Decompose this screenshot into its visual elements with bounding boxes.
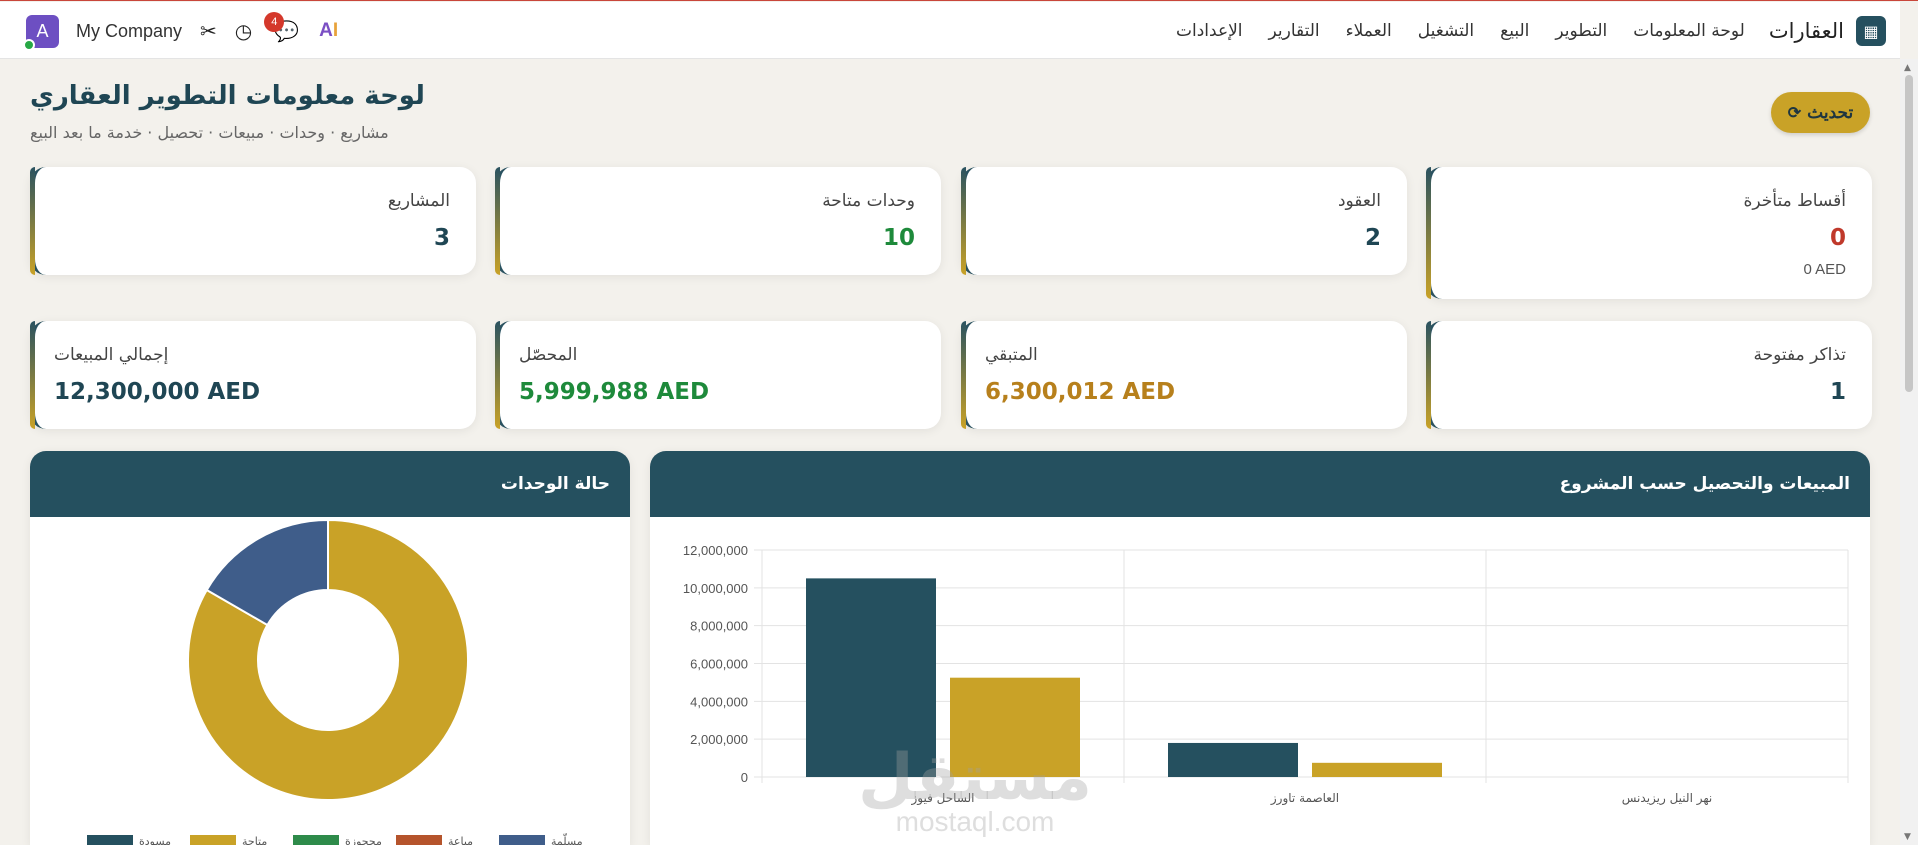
scroll-down-icon[interactable]: ▼	[1904, 832, 1911, 842]
kpi-available-units: وحدات متاحة 10	[495, 167, 941, 275]
panel-header: حالة الوحدات	[30, 451, 630, 517]
ai-letter-a: A	[319, 20, 333, 41]
online-status-dot	[23, 38, 35, 51]
kpi-value: 2	[1364, 225, 1381, 251]
kpi-open-tickets: تذاكر مفتوحة 1	[1426, 321, 1872, 429]
refresh-button[interactable]: تحديث ⟳	[1771, 92, 1870, 133]
panel-title: المبيعات والتحصيل حسب المشروع	[1559, 474, 1850, 494]
watermark-url: mostaql.com	[896, 806, 1055, 837]
building-icon[interactable]: ▦	[1856, 16, 1886, 46]
bar-collected[interactable]	[1312, 762, 1442, 777]
menu-item-development[interactable]: التطوير	[1555, 21, 1607, 41]
legend-label: مسودة	[139, 835, 171, 845]
kpi-projects: المشاريع 3	[30, 167, 476, 275]
kpi-label: المتبقي	[985, 345, 1038, 365]
kpi-label: أقساط متأخرة	[1743, 191, 1846, 211]
legend-swatch	[87, 835, 133, 845]
y-tick-label: 0	[741, 770, 748, 785]
legend-swatch	[396, 835, 442, 845]
ai-icon[interactable]: AI	[319, 20, 338, 42]
x-tick-label: العاصمة تاورز	[1270, 791, 1339, 806]
menu-item-operations[interactable]: التشغيل	[1418, 21, 1474, 41]
app-brand[interactable]: العقارات	[1769, 19, 1844, 43]
kpi-remaining: المتبقي 6,300,012 AED	[961, 321, 1407, 429]
kpi-value: 3	[433, 225, 450, 251]
scroll-up-icon[interactable]: ▲	[1904, 63, 1911, 73]
refresh-label: تحديث	[1807, 102, 1854, 122]
y-tick-label: 12,000,000	[683, 543, 748, 558]
legend-swatch	[190, 835, 236, 845]
panel-title: حالة الوحدات	[500, 474, 610, 494]
clock-icon[interactable]: ◷	[235, 21, 252, 41]
kpi-total-sales: إجمالي المبيعات 12,300,000 AED	[30, 321, 476, 429]
kpi-value: 10	[882, 225, 915, 251]
menu-item-settings[interactable]: الإعدادات	[1176, 21, 1243, 41]
kpi-value: 5,999,988 AED	[519, 379, 710, 405]
kpi-value: 6,300,012 AED	[985, 379, 1176, 405]
kpi-contracts: العقود 2	[961, 167, 1407, 275]
tools-icon[interactable]: ✂	[200, 21, 217, 41]
units-donut-chart: مسودة متاحة محجوزة مباعة مسلّمة	[87, 518, 583, 845]
kpi-label: تذاكر مفتوحة	[1753, 345, 1847, 365]
kpi-value: 12,300,000 AED	[54, 379, 261, 405]
legend-swatch	[293, 835, 339, 845]
kpi-label: وحدات متاحة	[822, 191, 915, 211]
sales-collection-panel: المبيعات والتحصيل حسب المشروع 0 2,000,000…	[650, 451, 1870, 845]
bar-sales[interactable]	[1168, 742, 1298, 777]
y-tick-label: 10,000,000	[683, 581, 748, 596]
kpi-subvalue: 0 AED	[1803, 261, 1846, 278]
company-switcher[interactable]: My Company	[76, 21, 182, 42]
x-tick-label: نهر النيل ريزيدنس	[1622, 791, 1712, 806]
scrollbar-thumb[interactable]	[1905, 75, 1913, 392]
user-avatar[interactable]: A	[23, 14, 59, 51]
kpi-value: 0	[1829, 225, 1846, 251]
sales-bar-chart: 0 2,000,000 4,000,000 6,000,000 8,000,000 10,…	[683, 543, 1849, 837]
chat-icon[interactable]: 4 💬	[264, 12, 299, 41]
panel-header: المبيعات والتحصيل حسب المشروع	[650, 451, 1870, 517]
y-tick-label: 2,000,000	[690, 732, 748, 747]
kpi-label: إجمالي المبيعات	[54, 345, 169, 365]
main-menu: لوحة المعلومات التطوير البيع التشغيل الع…	[1150, 21, 1745, 41]
avatar-letter: A	[36, 20, 49, 41]
legend-label: مسلّمة	[551, 833, 583, 845]
legend-label: محجوزة	[345, 835, 382, 845]
chat-badge: 4	[264, 12, 285, 32]
kpi-value: 1	[1829, 379, 1846, 405]
ai-letter-i: I	[332, 20, 339, 41]
units-status-panel: حالة الوحدات مسودة متاحة محجوزة مباعة مسلّمة	[30, 451, 630, 845]
refresh-icon: ⟳	[1787, 104, 1802, 122]
y-tick-label: 6,000,000	[690, 657, 748, 672]
kpi-label: المحصّل	[519, 345, 578, 365]
page-subtitle: مشاريع · وحدات · مبيعات · تحصيل · خدمة م…	[30, 123, 389, 142]
legend-label: مباعة	[448, 835, 473, 845]
kpi-collected: المحصّل 5,999,988 AED	[495, 321, 941, 429]
legend-swatch	[499, 835, 545, 845]
page-title: لوحة معلومات التطوير العقاري	[30, 81, 425, 111]
menu-item-reports[interactable]: التقارير	[1269, 21, 1320, 41]
y-tick-label: 8,000,000	[690, 619, 748, 634]
kpi-overdue-installments: أقساط متأخرة 0 0 AED	[1426, 167, 1872, 299]
kpi-label: المشاريع	[387, 191, 450, 211]
kpi-label: العقود	[1337, 191, 1381, 211]
menu-item-customers[interactable]: العملاء	[1346, 21, 1392, 41]
menu-item-sales[interactable]: البيع	[1500, 21, 1529, 41]
legend-label: متاحة	[242, 835, 267, 845]
y-tick-label: 4,000,000	[690, 694, 748, 709]
top-navbar: A My Company ✂ ◷ 4 💬 AI ▦ العقارات لوحة ا…	[0, 2, 1900, 59]
page-scrollbar[interactable]: ▲ ▼	[1900, 59, 1918, 845]
menu-item-dashboard[interactable]: لوحة المعلومات	[1633, 21, 1745, 41]
watermark-arabic: مستقل	[858, 741, 1092, 815]
